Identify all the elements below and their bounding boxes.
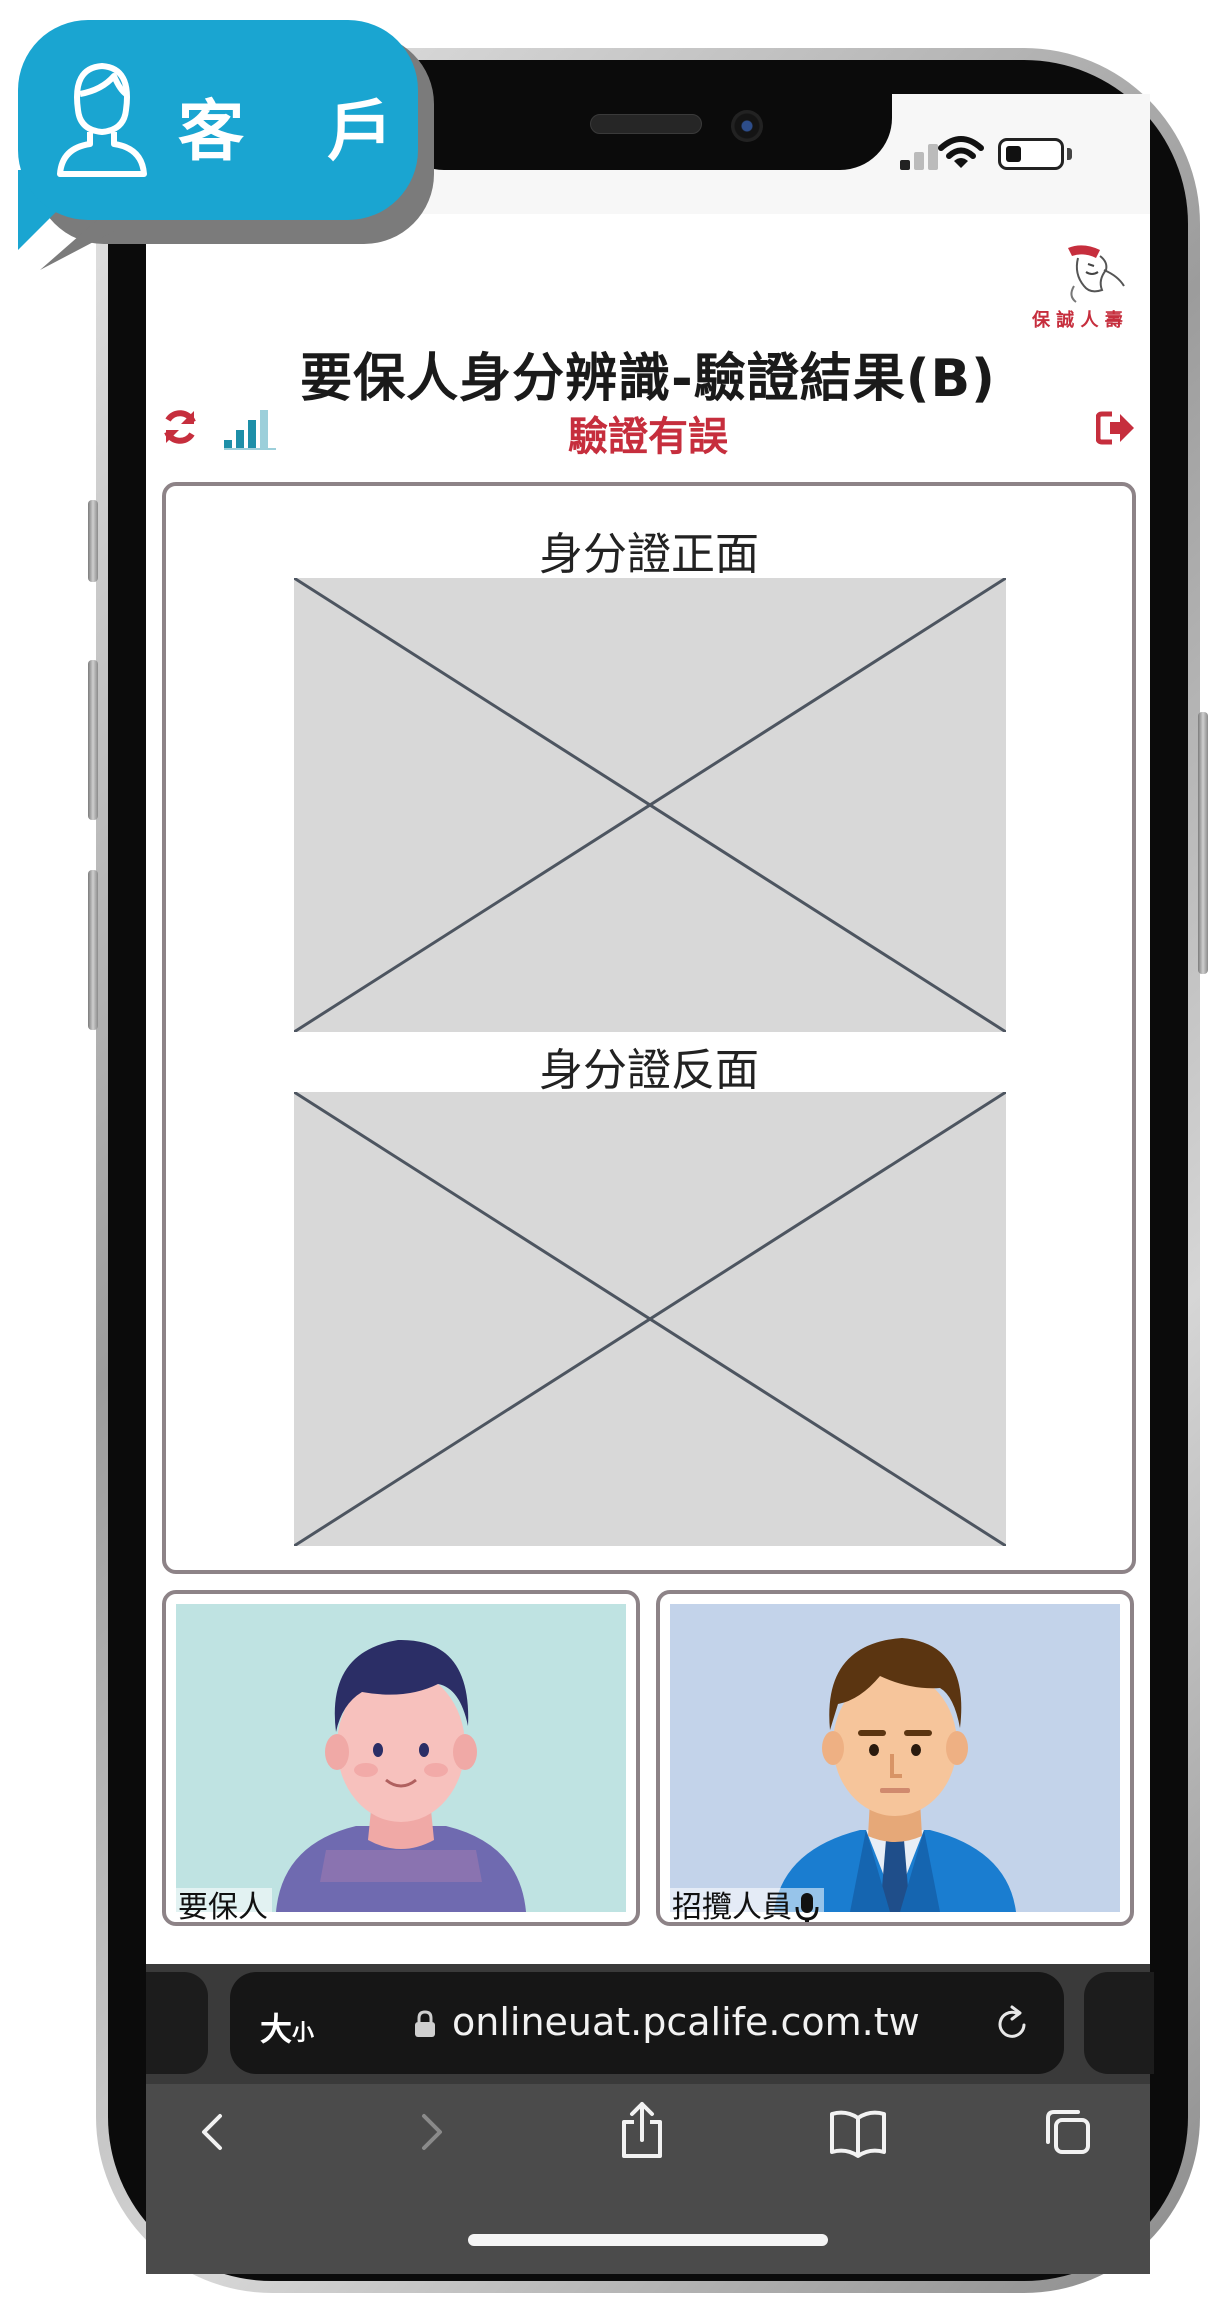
- network-strength-icon: [224, 410, 276, 450]
- id-card-panel: 身分證正面 身分證反面: [162, 482, 1136, 1574]
- earpiece-speaker: [590, 114, 702, 134]
- id-front-label: 身分證正面: [539, 529, 759, 580]
- home-indicator: [468, 2234, 828, 2246]
- refresh-icon[interactable]: [160, 407, 200, 447]
- share-icon[interactable]: [616, 2100, 668, 2160]
- cell-signal-icon: [900, 142, 938, 170]
- logout-icon[interactable]: [1096, 410, 1136, 446]
- volume-down-button: [88, 870, 98, 1030]
- video-tile-policyholder: 要保人: [162, 1590, 640, 1926]
- front-camera: [731, 110, 763, 142]
- video-tile-agent: 招攬人員: [656, 1590, 1134, 1926]
- image-placeholder-icon: [294, 1092, 1006, 1546]
- company-logo: 保 誠 人 壽: [1031, 245, 1125, 331]
- text-size-large: 大: [260, 2010, 293, 2048]
- bookmarks-icon[interactable]: [828, 2108, 888, 2160]
- id-back-label: 身分證反面: [539, 1045, 759, 1096]
- text-size-small: 小: [292, 2021, 315, 2046]
- silent-switch: [88, 500, 98, 582]
- agent-avatar: [774, 1638, 1016, 1912]
- previous-tab-preview[interactable]: [146, 1972, 208, 2074]
- lock-icon: [415, 2010, 435, 2037]
- image-placeholder-icon: [294, 578, 1006, 1032]
- customer-badge-label: 客 戶: [178, 93, 423, 170]
- microphone-icon: [795, 1892, 819, 1922]
- agent-video: [670, 1604, 1120, 1912]
- back-icon[interactable]: [188, 2106, 240, 2158]
- id-back-image[interactable]: [294, 1092, 1006, 1546]
- policyholder-video: [176, 1604, 626, 1912]
- policyholder-label: 要保人: [174, 1888, 272, 1922]
- agent-label: 招攬人員: [668, 1888, 824, 1925]
- page-title: 要保人身分辨識-驗證結果(B): [300, 349, 996, 409]
- wifi-icon: [938, 136, 984, 168]
- logo-text: 保 誠 人 壽: [1031, 309, 1123, 331]
- forward-icon[interactable]: [404, 2106, 456, 2158]
- customer-icon: [57, 62, 147, 177]
- power-button: [1198, 712, 1208, 974]
- tabs-icon[interactable]: [1042, 2106, 1094, 2158]
- reload-icon[interactable]: [994, 2005, 1032, 2043]
- next-tab-preview[interactable]: [1084, 1972, 1154, 2074]
- id-front-image[interactable]: [294, 578, 1006, 1032]
- agent-label-text: 招攬人員: [672, 1890, 792, 1925]
- text-size-button[interactable]: 大小: [260, 2004, 314, 2050]
- battery-tip: [1067, 148, 1072, 160]
- battery-icon: [998, 138, 1064, 170]
- stage: 保 誠 人 壽 要保人身分辨識-驗證結果(B) 驗證有誤 身分證正面 身分證反面: [0, 0, 1213, 2301]
- battery-level: [1006, 146, 1021, 162]
- url-text[interactable]: onlineuat.pcalife.com.tw: [452, 2000, 920, 2044]
- verification-status: 驗證有誤: [568, 414, 728, 460]
- volume-up-button: [88, 660, 98, 820]
- policyholder-avatar: [276, 1639, 526, 1912]
